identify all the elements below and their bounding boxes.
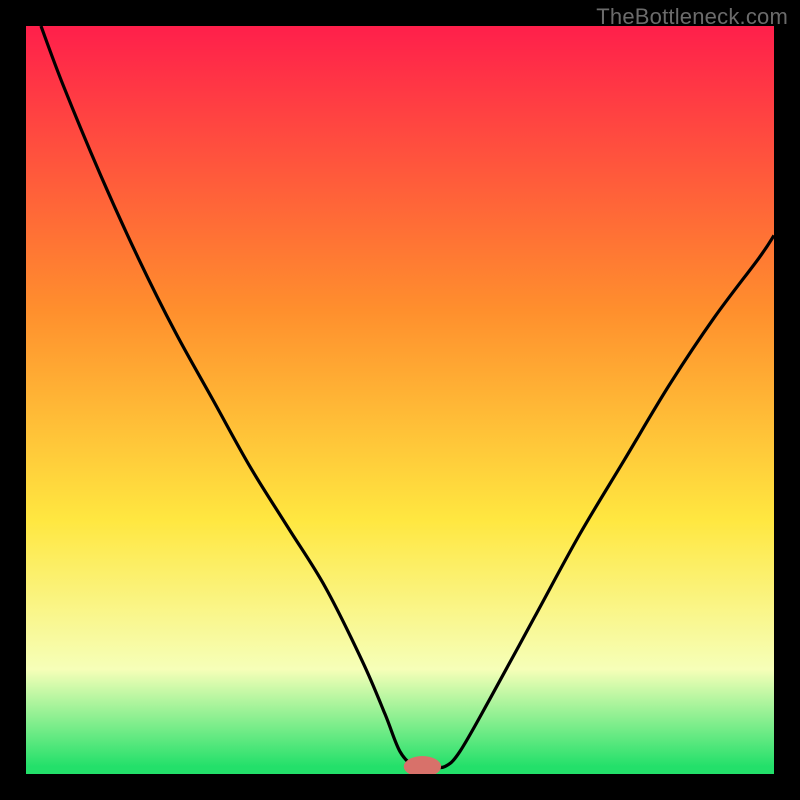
plot-area — [26, 26, 774, 774]
chart-stage: TheBottleneck.com — [0, 0, 800, 800]
plot-svg — [26, 26, 774, 774]
watermark-label: TheBottleneck.com — [596, 4, 788, 30]
